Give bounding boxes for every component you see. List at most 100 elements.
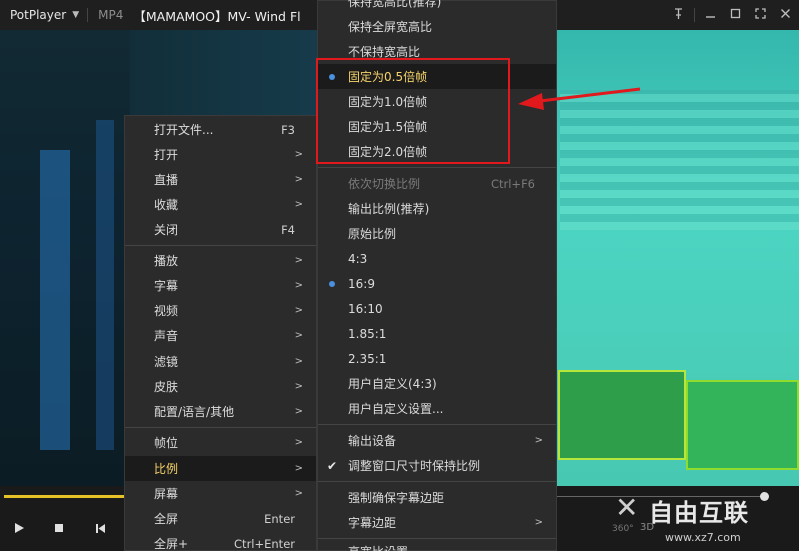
menu-item-label: 滤镜 — [154, 355, 179, 369]
watermark-url: www.xz7.com — [665, 531, 741, 544]
video-shape — [560, 90, 799, 230]
chevron-right-icon: > — [294, 149, 303, 160]
divider — [694, 8, 695, 22]
menu-item-label: 强制确保字幕边距 — [348, 491, 445, 505]
chevron-right-icon: > — [294, 406, 303, 417]
menu-item-audio[interactable]: 声音 > — [125, 323, 316, 348]
menu-item-original-ratio[interactable]: 原始比例 — [318, 221, 556, 246]
menu-item-subtitle-margin[interactable]: 字幕边距 > — [318, 510, 556, 535]
watermark-text: 自由互联 — [649, 499, 749, 527]
stop-button[interactable] — [48, 517, 70, 539]
chevron-right-icon: > — [294, 437, 303, 448]
menu-item-label: 调整窗口尺寸时保持比例 — [348, 459, 481, 473]
maximize-icon[interactable] — [730, 8, 741, 22]
menu-item-label: 皮肤 — [154, 380, 179, 394]
menu-item-label: 1.85:1 — [348, 326, 387, 341]
play-icon — [15, 523, 24, 533]
menu-item-aspect-settings[interactable]: 高宽比设置... — [318, 539, 556, 551]
chevron-right-icon: > — [294, 255, 303, 266]
menu-item-label: 4:3 — [348, 251, 368, 266]
menu-item-label: 全屏 — [154, 512, 179, 526]
menu-item-output-device[interactable]: 输出设备 > — [318, 428, 556, 453]
menu-item-label: 字幕边距 — [348, 516, 397, 530]
menu-divider — [125, 427, 316, 428]
menu-item-subtitles[interactable]: 字幕 > — [125, 273, 316, 298]
chevron-down-icon: ▼ — [72, 10, 80, 20]
menu-item-custom-settings[interactable]: 用户自定义设置... — [318, 396, 556, 421]
menu-item-label: 用户自定义(4:3) — [348, 377, 437, 391]
menu-item-skins[interactable]: 皮肤 > — [125, 374, 316, 399]
menu-item-ratio-16-9[interactable]: 16:9 — [318, 271, 556, 296]
menu-item-cycle-ratio: 依次切换比例 Ctrl+F6 — [318, 171, 556, 196]
pin-icon[interactable] — [673, 8, 684, 22]
fullscreen-icon[interactable] — [755, 8, 766, 22]
menu-item-ratio-2-35[interactable]: 2.35:1 — [318, 346, 556, 371]
chevron-right-icon: > — [294, 305, 303, 316]
menu-item-filters[interactable]: 滤镜 > — [125, 349, 316, 374]
menu-divider — [318, 481, 556, 482]
chevron-right-icon: > — [534, 435, 543, 446]
menu-item-keep-fullscreen-aspect[interactable]: 保持全屏宽高比 — [318, 14, 556, 39]
menu-item-label: 比例 — [154, 462, 179, 476]
menu-item-frame[interactable]: 帧位 > — [125, 430, 316, 455]
menu-item-keep-aspect[interactable]: 保持宽高比(推荐) — [318, 0, 556, 14]
menu-item-label: 播放 — [154, 254, 179, 268]
menu-item-shortcut: F3 — [281, 122, 295, 137]
menu-item-label: 屏幕 — [154, 487, 179, 501]
menu-item-shortcut: Enter — [264, 511, 295, 526]
chevron-right-icon: > — [294, 463, 303, 474]
menu-item-label: 输出设备 — [348, 434, 397, 448]
app-menu-button[interactable]: PotPlayer ▼ — [0, 0, 87, 30]
menu-item-close[interactable]: 关闭 F4 — [125, 217, 316, 242]
watermark: ✕ 自由互联 www.xz7.com — [605, 487, 799, 551]
menu-item-keep-ratio-on-resize[interactable]: ✔ 调整窗口尺寸时保持比例 — [318, 453, 556, 478]
menu-item-ratio-16-10[interactable]: 16:10 — [318, 296, 556, 321]
menu-item-label: 用户自定义设置... — [348, 402, 444, 416]
chevron-right-icon: > — [294, 330, 303, 341]
menu-item-live[interactable]: 直播 > — [125, 167, 316, 192]
menu-item-config[interactable]: 配置/语言/其他 > — [125, 399, 316, 424]
menu-divider — [125, 245, 316, 246]
menu-item-ratio[interactable]: 比例 > — [125, 456, 316, 481]
menu-item-screen[interactable]: 屏幕 > — [125, 481, 316, 506]
window-title: 【MAMAMOO】MV- Wind Fl — [133, 8, 301, 24]
menu-item-label: 保持宽高比(推荐) — [348, 0, 442, 9]
menu-divider — [318, 167, 556, 168]
menu-item-label: 保持全屏宽高比 — [348, 20, 433, 34]
skip-back-icon — [95, 523, 105, 533]
chevron-right-icon: > — [534, 517, 543, 528]
menu-item-label: 高宽比设置... — [348, 543, 419, 551]
menu-item-label: 16:9 — [348, 276, 375, 291]
menu-item-ratio-1-85[interactable]: 1.85:1 — [318, 321, 556, 346]
minimize-icon[interactable] — [705, 8, 716, 22]
menu-item-shortcut: F4 — [281, 222, 295, 237]
menu-item-playback[interactable]: 播放 > — [125, 248, 316, 273]
menu-item-shortcut: Ctrl+F6 — [490, 176, 535, 191]
checkmark-icon: ✔ — [327, 458, 338, 473]
video-shape — [558, 370, 686, 460]
stop-icon — [55, 524, 63, 532]
menu-item-video[interactable]: 视频 > — [125, 298, 316, 323]
menu-item-shortcut: Ctrl+Enter — [234, 536, 295, 551]
menu-item-label: 声音 — [154, 329, 179, 343]
menu-item-output-ratio[interactable]: 输出比例(推荐) — [318, 196, 556, 221]
menu-item-label: 帧位 — [154, 436, 179, 450]
menu-item-label: 收藏 — [154, 198, 179, 212]
chevron-right-icon: > — [294, 356, 303, 367]
close-icon[interactable] — [780, 8, 791, 22]
play-button[interactable] — [8, 517, 30, 539]
menu-item-label: 直播 — [154, 173, 179, 187]
chevron-right-icon: > — [294, 280, 303, 291]
menu-item-favorites[interactable]: 收藏 > — [125, 192, 316, 217]
menu-item-custom-4-3[interactable]: 用户自定义(4:3) — [318, 371, 556, 396]
menu-item-open[interactable]: 打开 > — [125, 142, 316, 167]
menu-item-fullscreen-plus[interactable]: 全屏+ Ctrl+Enter — [125, 531, 316, 551]
previous-button[interactable] — [89, 517, 111, 539]
menu-item-fullscreen[interactable]: 全屏 Enter — [125, 506, 316, 531]
menu-item-force-subtitle-margin[interactable]: 强制确保字幕边距 — [318, 485, 556, 510]
app-name: PotPlayer — [10, 8, 67, 22]
menu-item-ratio-4-3[interactable]: 4:3 — [318, 246, 556, 271]
video-shape — [40, 150, 70, 450]
menu-item-open-file[interactable]: 打开文件... F3 — [125, 117, 316, 142]
chevron-right-icon: > — [294, 381, 303, 392]
